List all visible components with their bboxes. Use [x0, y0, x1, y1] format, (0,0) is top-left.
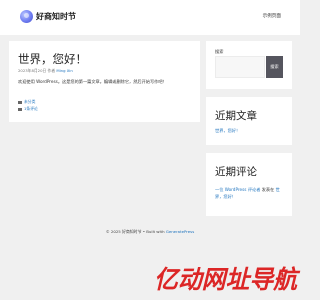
- footer-copyright: © 2025 好商知时节 • Built with: [105, 229, 165, 234]
- site-footer: © 2025 好商知时节 • Built with GeneratePress: [0, 229, 300, 235]
- comment-author-link[interactable]: 一位 WordPress 评论者: [215, 187, 260, 192]
- watermark-text: 亿动网址导航: [154, 265, 301, 294]
- comment-on-label: 发表在: [261, 187, 275, 192]
- search-label: 搜索: [215, 49, 224, 54]
- post-author[interactable]: Ming Xin: [56, 68, 72, 73]
- post-comments-link[interactable]: 1条评论: [24, 106, 38, 111]
- recent-post-link[interactable]: 世界，您好！: [215, 128, 240, 134]
- post-by-label: 作者: [47, 68, 56, 73]
- site-logo-icon[interactable]: [20, 10, 33, 23]
- recent-comments-title: 近期评论: [215, 166, 257, 178]
- post-card: 世界，您好！ 2023年8月20日 作者 Ming Xin 欢迎使用 WordP…: [9, 41, 200, 122]
- post-title[interactable]: 世界，您好！: [18, 51, 87, 67]
- recent-posts-widget: 近期文章 世界，您好！: [206, 97, 292, 145]
- recent-posts-title: 近期文章: [215, 110, 257, 122]
- nav-sample-page[interactable]: 示例页面: [263, 13, 281, 19]
- search-widget: 搜索 搜索: [206, 41, 292, 89]
- comment-icon: [18, 107, 22, 111]
- recent-comment-item: 一位 WordPress 评论者 发表在 世界，您好！: [215, 186, 287, 200]
- folder-icon: [18, 100, 22, 104]
- post-category-link[interactable]: 未分类: [24, 99, 35, 104]
- search-button[interactable]: 搜索: [266, 56, 283, 78]
- post-meta: 2023年8月20日 作者 Ming Xin: [18, 68, 73, 74]
- post-body: 欢迎使用 WordPress。这是您的第一篇文章。编辑或删除它，然后开始写作吧！: [18, 79, 167, 84]
- search-input[interactable]: [215, 56, 265, 78]
- post-comments-row: 1条评论: [18, 106, 38, 112]
- post-category-row: 未分类: [18, 99, 35, 105]
- watermark-logo: 亿动网址导航: [154, 265, 301, 294]
- post-date[interactable]: 2023年8月20日: [18, 68, 46, 73]
- site-header: 好商知时节 示例页面: [0, 0, 300, 35]
- recent-comments-widget: 近期评论 一位 WordPress 评论者 发表在 世界，您好！: [206, 153, 292, 216]
- footer-generatepress-link[interactable]: GeneratePress: [166, 229, 194, 234]
- site-title[interactable]: 好商知时节: [36, 11, 76, 22]
